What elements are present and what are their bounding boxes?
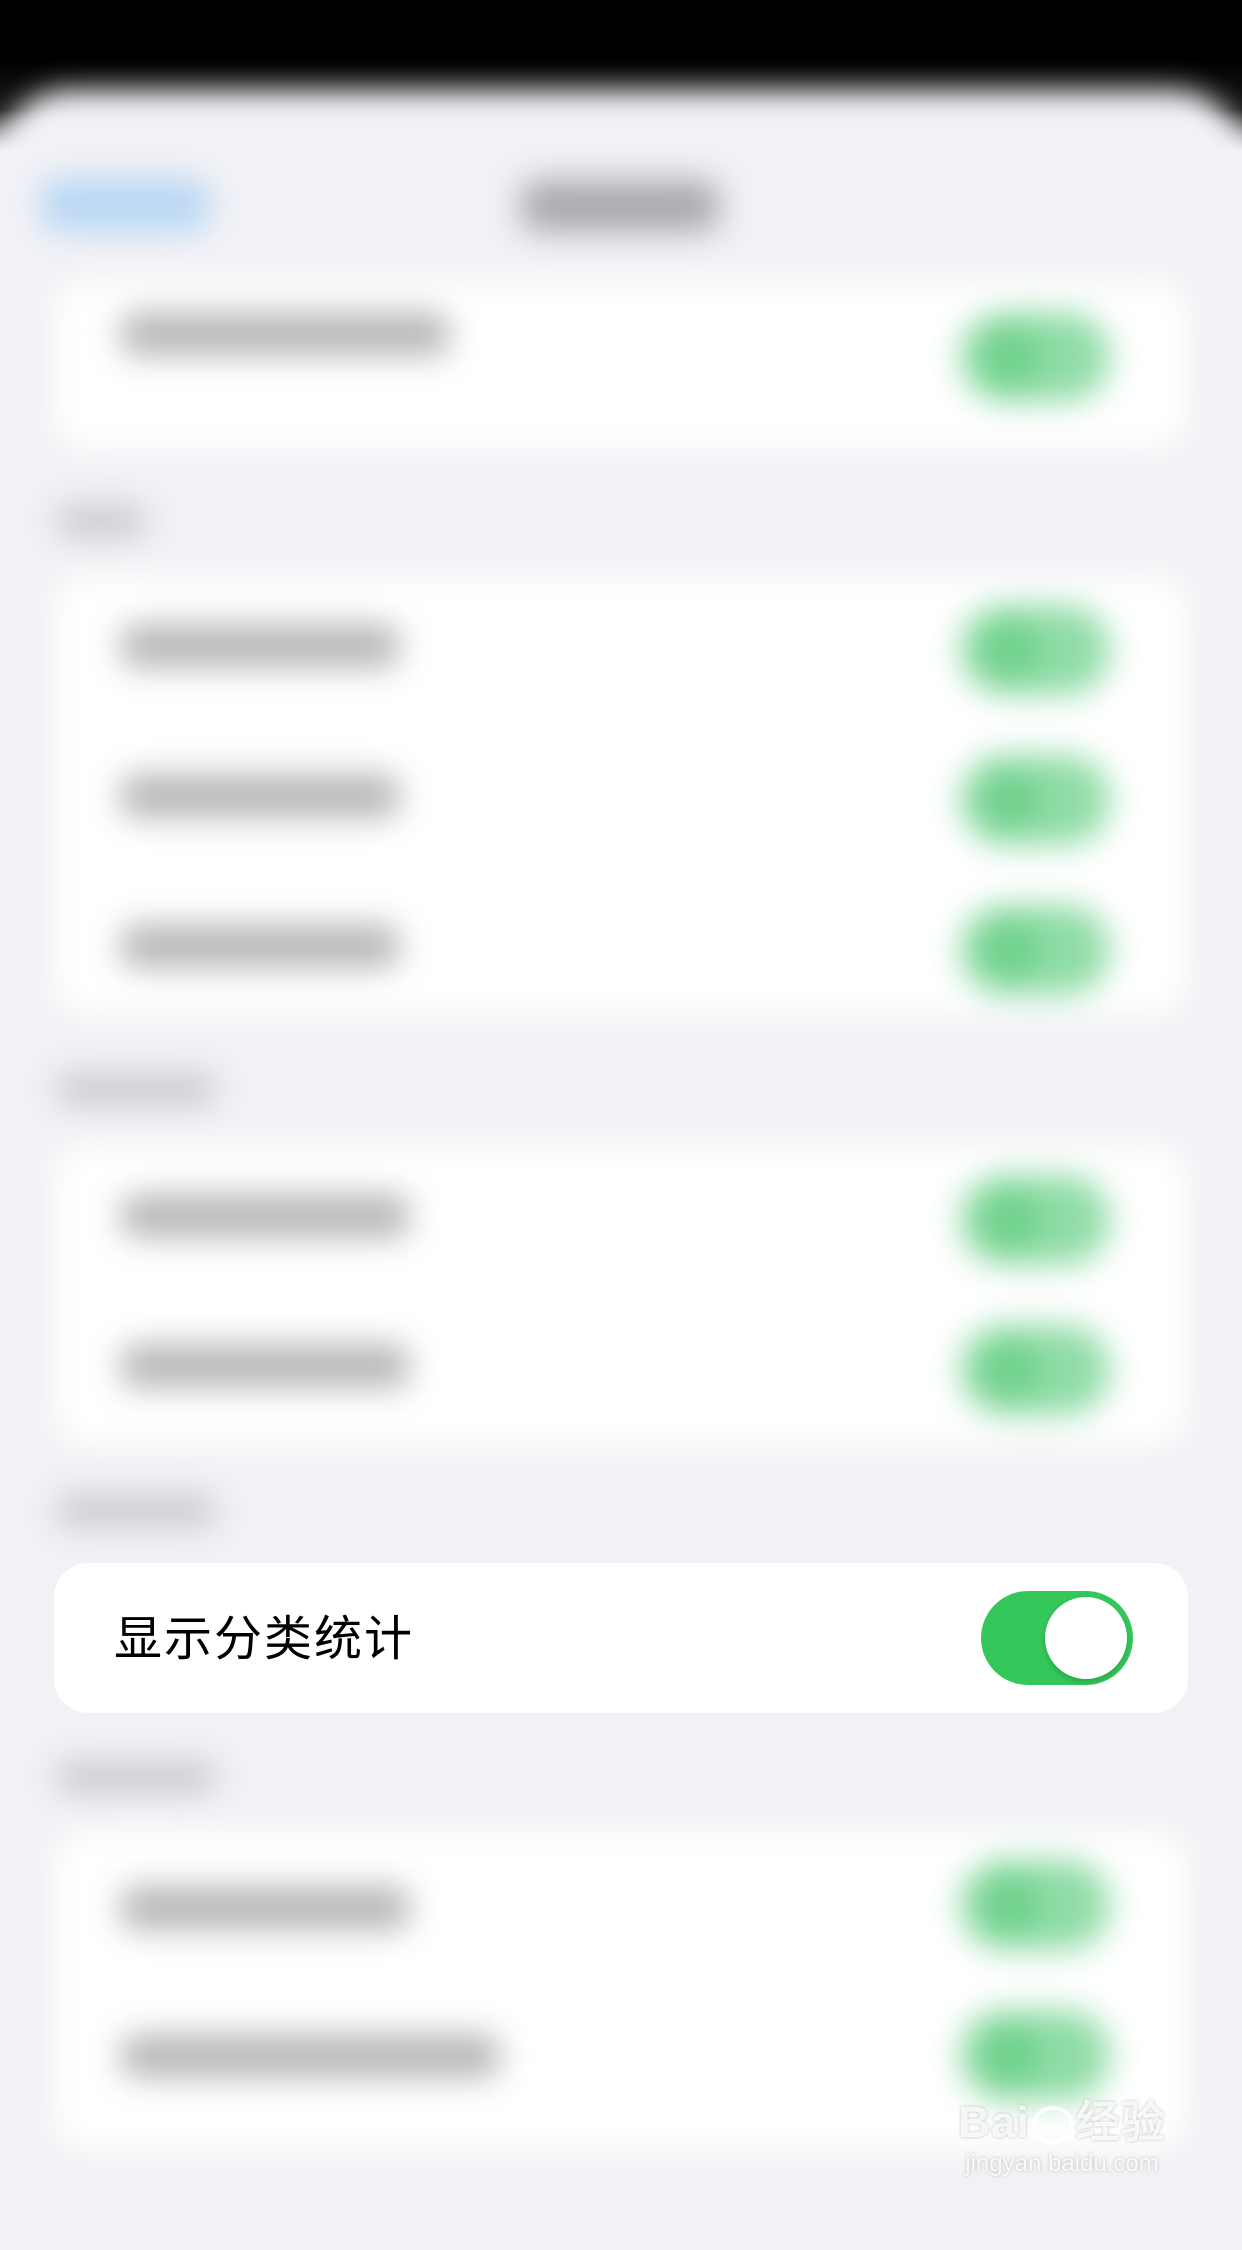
watermark-brand-right: 经验 (1075, 2098, 1166, 2147)
row-label (120, 1886, 410, 1930)
show-category-stats-label: 显示分类统计 (114, 1611, 415, 1667)
row-label (120, 1194, 410, 1238)
show-category-stats-row[interactable]: 显示分类统计 (54, 1563, 1188, 1713)
toggle-knob (1045, 1597, 1127, 1679)
row-toggle[interactable] (960, 755, 1110, 845)
row-label (120, 1344, 410, 1388)
section-header (56, 506, 146, 536)
row-toggle[interactable] (960, 1175, 1110, 1265)
blurred-settings-list (0, 0, 1242, 2208)
row-toggle[interactable] (960, 312, 1110, 402)
row-label (120, 774, 400, 818)
section-header (56, 1496, 216, 1526)
watermark-brand: Bai 经验 (942, 2086, 1182, 2150)
row-toggle[interactable] (960, 1860, 1110, 1950)
section-header (56, 1762, 216, 1792)
watermark-brand-left: Bai (958, 2098, 1030, 2147)
row-label (120, 924, 400, 968)
watermark-url: jingyan.baidu.com (965, 2150, 1159, 2177)
row-label (120, 2034, 500, 2078)
row-label (120, 312, 450, 356)
baidu-jingyan-watermark: Bai 经验 jingyan.baidu.com (942, 2086, 1182, 2178)
row-toggle[interactable] (960, 1325, 1110, 1415)
back-button[interactable] (40, 178, 210, 232)
show-category-stats-toggle[interactable] (981, 1591, 1133, 1685)
nav-title (520, 180, 720, 232)
row-toggle[interactable] (960, 605, 1110, 695)
row-label (120, 624, 400, 668)
baidu-paw-icon (1031, 2106, 1074, 2145)
section-header (56, 1074, 216, 1104)
row-toggle[interactable] (960, 905, 1110, 995)
